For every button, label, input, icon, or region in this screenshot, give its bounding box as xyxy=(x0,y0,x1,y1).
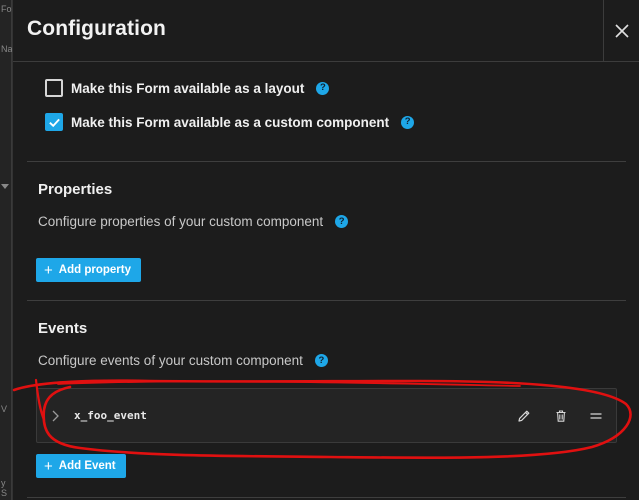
add-property-label: Add property xyxy=(58,264,131,276)
properties-description: Configure properties of your custom comp… xyxy=(38,214,349,229)
close-button[interactable] xyxy=(603,0,639,62)
events-description-text: Configure events of your custom componen… xyxy=(38,353,303,368)
check-icon xyxy=(48,118,60,127)
add-property-button[interactable]: + Add property xyxy=(36,258,141,282)
close-icon xyxy=(615,24,629,38)
trash-icon xyxy=(556,410,566,422)
divider xyxy=(27,497,626,498)
background-app-edge: Fo Na V y S xyxy=(0,0,13,500)
properties-heading: Properties xyxy=(38,181,113,198)
dialog-body: Make this Form available as a layout ? M… xyxy=(13,62,639,500)
caret-down-icon xyxy=(1,184,9,189)
plus-icon: + xyxy=(44,457,53,475)
help-icon[interactable]: ? xyxy=(314,354,328,367)
help-icon[interactable]: ? xyxy=(401,115,415,129)
add-event-label: Add Event xyxy=(58,460,116,472)
drag-handle-icon xyxy=(590,413,602,419)
configuration-dialog: Configuration Make this Form available a… xyxy=(12,0,639,500)
edit-event-button[interactable] xyxy=(515,407,533,425)
layout-option-row: Make this Form available as a layout ? xyxy=(45,79,330,97)
properties-description-text: Configure properties of your custom comp… xyxy=(38,214,324,229)
background-text: Fo xyxy=(1,4,12,14)
custom-component-option-row: Make this Form available as a custom com… xyxy=(45,113,415,131)
event-list-item[interactable]: x_foo_event xyxy=(36,388,617,443)
pencil-icon xyxy=(518,410,530,422)
layout-checkbox[interactable] xyxy=(45,79,63,97)
events-description: Configure events of your custom componen… xyxy=(38,353,328,368)
custom-component-checkbox[interactable] xyxy=(45,113,63,131)
background-text: y S xyxy=(1,478,8,498)
background-text: Na xyxy=(1,44,13,54)
layout-checkbox-label: Make this Form available as a layout xyxy=(71,80,305,96)
delete-event-button[interactable] xyxy=(552,407,570,425)
add-event-button[interactable]: + Add Event xyxy=(36,454,126,478)
divider xyxy=(27,300,626,301)
events-heading: Events xyxy=(38,320,88,337)
dialog-header: Configuration xyxy=(13,0,639,62)
drag-event-handle[interactable] xyxy=(587,407,605,425)
background-text: V xyxy=(1,404,8,414)
plus-icon: + xyxy=(44,261,53,279)
help-icon[interactable]: ? xyxy=(316,81,330,95)
dialog-title: Configuration xyxy=(27,17,166,40)
help-icon[interactable]: ? xyxy=(335,215,349,228)
event-name: x_foo_event xyxy=(74,409,147,422)
chevron-right-icon[interactable] xyxy=(49,409,61,423)
custom-component-checkbox-label: Make this Form available as a custom com… xyxy=(71,114,390,130)
divider xyxy=(27,161,626,162)
